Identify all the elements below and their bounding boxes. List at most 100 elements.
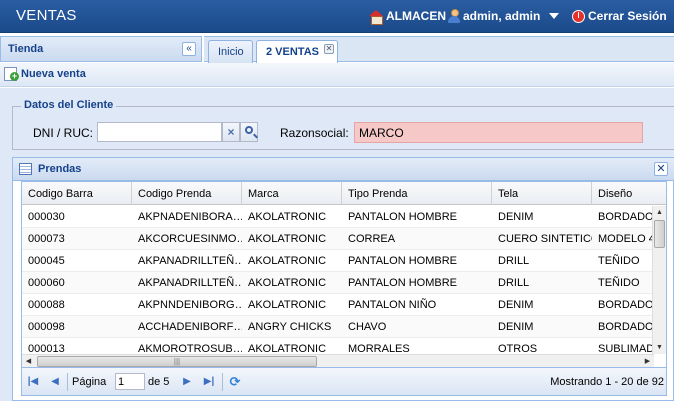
- cell-tipo-prenda: PANTALON NIÑO: [348, 299, 437, 311]
- horizontal-scrollbar[interactable]: ◀ ||| ▶: [22, 354, 654, 367]
- first-page-icon[interactable]: |◀: [26, 375, 40, 389]
- cell-tela: CUERO SINTETICO: [498, 233, 592, 245]
- cell-codigo-prenda: ACCHADENIBORF…: [138, 321, 242, 333]
- search-icon: [245, 126, 253, 134]
- page-number-input[interactable]: [115, 373, 145, 390]
- cell-tela: DRILL: [498, 277, 530, 289]
- west-panel-title: Tienda: [8, 43, 44, 55]
- horizontal-scroll-thumb[interactable]: |||: [37, 356, 317, 367]
- prendas-panel-header: Prendas ✕: [13, 158, 674, 181]
- cell-codigo-barra: 000098: [28, 321, 65, 333]
- new-sale-button[interactable]: Nueva venta: [4, 67, 86, 81]
- tab-ventas-label: 2 VENTAS: [266, 46, 319, 58]
- cell-codigo-barra: 000045: [28, 255, 65, 267]
- user-icon: [448, 9, 460, 23]
- collapse-icon[interactable]: «: [182, 42, 196, 56]
- almacen-button[interactable]: ALMACEN: [369, 9, 446, 25]
- cell-tipo-prenda: PANTALON HOMBRE: [348, 255, 457, 267]
- page-count-label: de 5: [148, 376, 170, 388]
- scroll-right-icon[interactable]: ▶: [641, 355, 654, 367]
- cell-diseno: MODELO 4: [598, 233, 654, 245]
- razon-label: Razonsocial:: [280, 126, 349, 140]
- clear-button[interactable]: ×: [222, 122, 240, 142]
- paging-display-text: Mostrando 1 - 20 de 92: [550, 376, 664, 388]
- page-label: Página: [72, 376, 107, 388]
- cell-tela: DRILL: [498, 255, 530, 267]
- tab-ventas[interactable]: 2 VENTAS ✕: [256, 40, 338, 64]
- chevron-down-icon: [549, 13, 560, 19]
- new-sale-label: Nueva venta: [21, 68, 86, 80]
- column-header-diseno[interactable]: Diseño: [592, 182, 666, 205]
- cell-codigo-barra: 000060: [28, 277, 65, 289]
- user-label: admin, admin: [463, 9, 541, 23]
- cell-tipo-prenda: PANTALON HOMBRE: [348, 277, 457, 289]
- cell-diseno: TEÑIDO: [598, 277, 640, 289]
- next-page-icon[interactable]: ▶: [180, 375, 194, 389]
- tab-inicio[interactable]: Inicio: [208, 40, 253, 63]
- power-icon: [572, 9, 585, 23]
- cell-tipo-prenda: PANTALON HOMBRE: [348, 211, 457, 223]
- prev-page-icon[interactable]: ◀: [48, 375, 62, 389]
- column-header-tipo-prenda[interactable]: Tipo Prenda: [342, 182, 492, 205]
- column-header-codigo-prenda[interactable]: Codigo Prenda: [132, 182, 242, 205]
- tab-strip: Inicio 2 VENTAS ✕: [204, 36, 674, 64]
- vertical-scrollbar[interactable]: ▲ ▼: [652, 206, 666, 354]
- cell-diseno: TEÑIDO: [598, 255, 640, 267]
- table-row[interactable]: 000098 ACCHADENIBORF… ANGRY CHICKS CHAVO…: [22, 316, 654, 338]
- user-menu[interactable]: admin, admin: [448, 9, 560, 23]
- cell-codigo-prenda: AKPNADENIBORA…: [138, 211, 242, 223]
- top-bar: VENTAS ALMACEN admin, admin Cerrar Sesió…: [0, 0, 674, 33]
- table-row[interactable]: 000030 AKPNADENIBORA… AKOLATRONIC PANTAL…: [22, 206, 654, 228]
- close-icon[interactable]: ✕: [324, 44, 334, 54]
- last-page-icon[interactable]: ▶|: [202, 375, 216, 389]
- client-fieldset-legend: Datos del Cliente: [21, 99, 117, 111]
- home-icon: [369, 9, 383, 25]
- table-row[interactable]: 000073 AKCORCUESINMO… AKOLATRONIC CORREA…: [22, 228, 654, 250]
- refresh-icon[interactable]: ⟳: [228, 375, 242, 389]
- search-button[interactable]: [240, 122, 258, 142]
- column-header-marca[interactable]: Marca: [242, 182, 342, 205]
- razon-input[interactable]: [354, 122, 643, 143]
- cell-diseno: BORDADO: [598, 211, 654, 223]
- paging-toolbar: |◀ ◀ Página de 5 ▶ ▶| ⟳ Mostrando 1 - 20…: [21, 368, 667, 396]
- cell-codigo-barra: 000088: [28, 299, 65, 311]
- grid-rows: 000030 AKPNADENIBORA… AKOLATRONIC PANTAL…: [22, 206, 654, 360]
- pager-separator: [222, 373, 223, 391]
- cell-tipo-prenda: CHAVO: [348, 321, 387, 333]
- west-panel-header: Tienda «: [0, 36, 202, 62]
- cell-tela: DENIM: [498, 299, 534, 311]
- column-header-tela[interactable]: Tela: [492, 182, 592, 205]
- close-icon[interactable]: ✕: [654, 162, 668, 176]
- add-document-icon: [4, 67, 19, 81]
- cell-tipo-prenda: CORREA: [348, 233, 396, 245]
- dni-input[interactable]: [97, 122, 222, 142]
- vertical-scroll-thumb[interactable]: [654, 220, 665, 248]
- cell-marca: AKOLATRONIC: [248, 299, 327, 311]
- app-title: VENTAS: [16, 7, 77, 24]
- table-row[interactable]: 000045 AKPANADRILLTEÑ… AKOLATRONIC PANTA…: [22, 250, 654, 272]
- cell-diseno: BORDADO: [598, 299, 654, 311]
- scroll-down-icon[interactable]: ▼: [653, 341, 666, 354]
- logout-label: Cerrar Sesión: [588, 9, 667, 23]
- cell-marca: AKOLATRONIC: [248, 211, 327, 223]
- cell-codigo-barra: 000073: [28, 233, 65, 245]
- cell-tela: DENIM: [498, 211, 534, 223]
- dni-label: DNI / RUC:: [33, 126, 93, 140]
- cell-codigo-prenda: AKCORCUESINMO…: [138, 233, 242, 245]
- prendas-title: Prendas: [38, 163, 82, 175]
- cell-marca: AKOLATRONIC: [248, 255, 327, 267]
- column-headers: Codigo Barra Codigo Prenda Marca Tipo Pr…: [22, 182, 666, 205]
- logout-button[interactable]: Cerrar Sesión: [572, 9, 667, 23]
- scroll-up-icon[interactable]: ▲: [653, 206, 666, 219]
- cell-codigo-barra: 000030: [28, 211, 65, 223]
- scroll-left-icon[interactable]: ◀: [22, 355, 35, 367]
- cell-codigo-prenda: AKPANADRILLTEÑ…: [138, 255, 242, 267]
- cell-marca: AKOLATRONIC: [248, 233, 327, 245]
- cell-tela: DENIM: [498, 321, 534, 333]
- cell-codigo-prenda: AKPANADRILLTEÑ…: [138, 277, 242, 289]
- toolbar: Nueva venta: [0, 63, 674, 87]
- table-row[interactable]: 000060 AKPANADRILLTEÑ… AKOLATRONIC PANTA…: [22, 272, 654, 294]
- column-header-codigo-barra[interactable]: Codigo Barra: [22, 182, 132, 205]
- table-row[interactable]: 000088 AKPNNDENIBORG… AKOLATRONIC PANTAL…: [22, 294, 654, 316]
- prendas-panel: Prendas ✕ Codigo Barra Codigo Prenda Mar…: [12, 157, 674, 401]
